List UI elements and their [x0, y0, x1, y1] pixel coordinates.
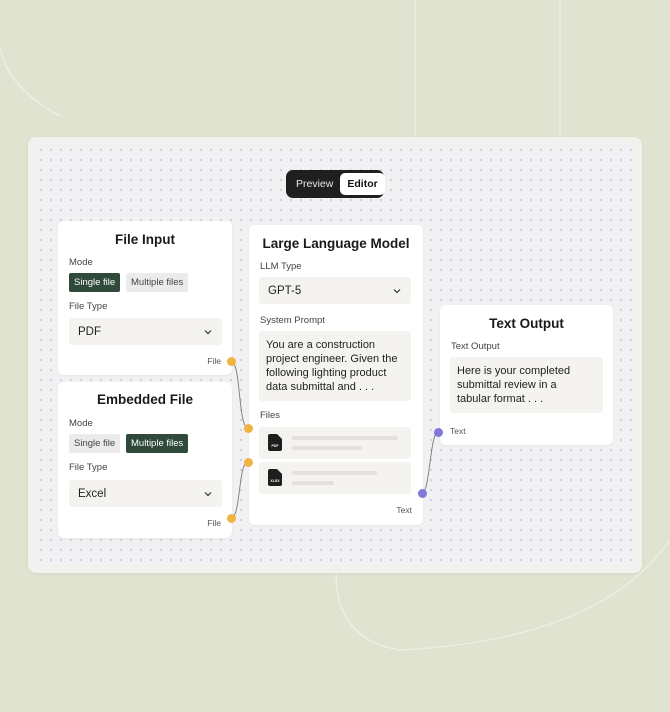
view-mode-toggle[interactable]: Preview Editor [286, 170, 385, 198]
editor-tab[interactable]: Editor [340, 173, 385, 195]
chevron-down-icon [393, 288, 401, 293]
llm-node[interactable]: Large Language Model LLM Type GPT-5 Syst… [249, 225, 423, 525]
multiple-files-option[interactable]: Multiple files [126, 434, 189, 453]
output-line: tabular format . . . [457, 393, 544, 405]
mode-label: Mode [69, 418, 93, 429]
file-type-select[interactable]: Excel [69, 480, 222, 507]
file-type-label: File Type [69, 301, 108, 312]
single-file-option[interactable]: Single file [69, 434, 121, 453]
file-name-placeholder [292, 436, 398, 440]
output-line: Here is your completed [457, 365, 571, 377]
xlsx-file-icon: XLSX [268, 469, 282, 486]
files-label: Files [260, 410, 281, 421]
file-type-select[interactable]: PDF [69, 318, 222, 345]
llm-type-value: GPT-5 [268, 284, 302, 297]
file-name-placeholder [292, 471, 377, 475]
output-port-label: File [207, 356, 221, 366]
input-port-label: Text [450, 426, 466, 436]
output-port-label: Text [396, 505, 412, 515]
file-item-xlsx[interactable]: XLSX [259, 462, 411, 494]
embedded-file-node[interactable]: Embedded File Mode Single file Multiple … [58, 382, 232, 538]
file-input-node[interactable]: File Input Mode Single file Multiple fil… [58, 221, 232, 375]
embedded-file-output-port[interactable] [227, 514, 236, 523]
node-title: File Input [115, 232, 175, 247]
llm-text-output-port[interactable] [418, 489, 427, 498]
file-type-value: PDF [78, 325, 101, 338]
prompt-line: data submittal and . . . [266, 381, 375, 393]
text-output-node[interactable]: Text Output Text Output Here is your com… [440, 305, 613, 445]
mode-label: Mode [69, 257, 93, 268]
llm-files-input-port-1[interactable] [244, 424, 253, 433]
file-meta-placeholder [292, 446, 362, 450]
text-output-input-port[interactable] [434, 428, 443, 437]
text-output-field[interactable]: Here is your completed submittal review … [450, 357, 603, 413]
output-line: submittal review in a [457, 379, 557, 391]
node-title: Text Output [489, 316, 564, 331]
system-prompt-field[interactable]: You are a construction project engineer.… [259, 331, 411, 401]
output-port-label: File [207, 518, 221, 528]
llm-files-input-port-2[interactable] [244, 458, 253, 467]
file-type-value: Excel [78, 487, 107, 500]
prompt-line: You are a construction [266, 339, 376, 351]
text-output-label: Text Output [451, 341, 500, 352]
file-item-pdf[interactable]: PDF [259, 427, 411, 459]
file-type-label: File Type [69, 462, 108, 473]
prompt-line: following lighting product [266, 367, 387, 379]
node-title: Large Language Model [262, 236, 410, 251]
chevron-down-icon [204, 329, 212, 334]
preview-tab[interactable]: Preview [289, 173, 340, 195]
system-prompt-label: System Prompt [260, 315, 325, 326]
file-input-output-port[interactable] [227, 357, 236, 366]
single-file-option[interactable]: Single file [69, 273, 121, 292]
llm-type-select[interactable]: GPT-5 [259, 277, 411, 304]
chevron-down-icon [204, 491, 212, 496]
multiple-files-option[interactable]: Multiple files [126, 273, 189, 292]
pdf-file-icon: PDF [268, 434, 282, 451]
prompt-line: project engineer. Given the [266, 353, 398, 365]
node-title: Embedded File [96, 392, 194, 407]
llm-type-label: LLM Type [260, 261, 302, 272]
file-meta-placeholder [292, 481, 334, 485]
